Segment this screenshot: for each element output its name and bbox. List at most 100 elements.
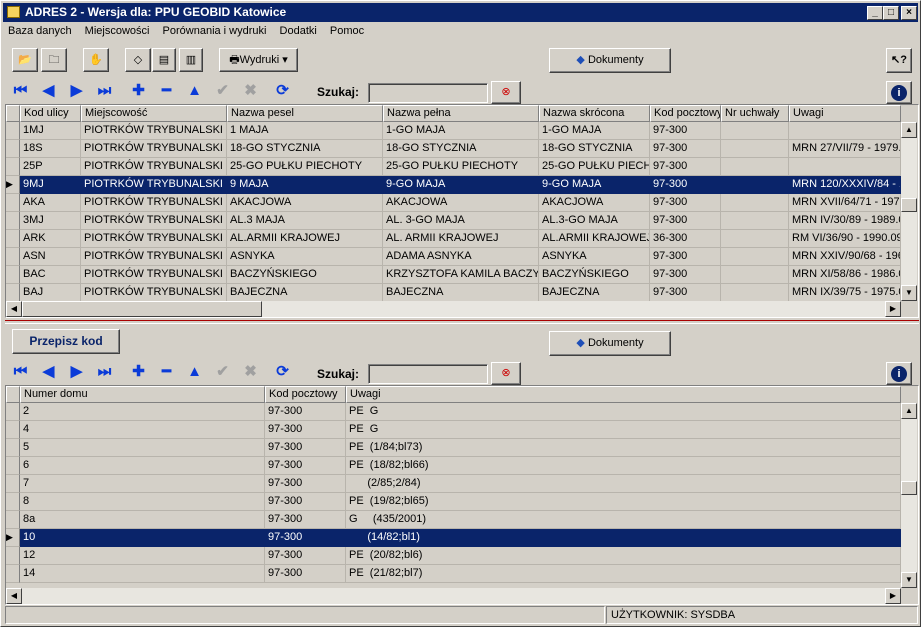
table-cell[interactable]: 18S xyxy=(20,140,81,158)
lower-refresh-button[interactable]: ⟳ xyxy=(271,361,294,383)
splitter[interactable] xyxy=(5,320,919,324)
przepisz-kod-button[interactable]: Przepisz kod xyxy=(12,329,120,354)
scroll-up-button[interactable]: ▲ xyxy=(901,122,917,138)
table-cell[interactable]: AKA xyxy=(20,194,81,212)
lower-first-record-button[interactable]: ⏮ xyxy=(9,361,32,383)
row-indicator[interactable] xyxy=(6,284,20,302)
table-cell[interactable]: MRN XI/58/86 - 1986.0 xyxy=(789,266,901,284)
table-cell[interactable]: MRN IX/39/75 - 1975.0 xyxy=(789,284,901,302)
table-cell[interactable] xyxy=(721,158,789,176)
paste-button[interactable]: ▥ xyxy=(179,48,203,72)
hscroll-thumb[interactable] xyxy=(22,301,262,317)
table-cell[interactable]: 1 MAJA xyxy=(227,122,383,140)
last-record-button[interactable]: ⏭ xyxy=(93,80,116,102)
table-cell[interactable]: BAJECZNA xyxy=(227,284,383,302)
lower-edit-record-button[interactable]: ▲ xyxy=(183,361,206,383)
lower-scroll-right-button[interactable]: ▶ xyxy=(885,588,901,604)
streets-grid[interactable]: Kod ulicy Miejscowość Nazwa pesel Nazwa peł… xyxy=(5,104,919,318)
table-cell[interactable]: ASN xyxy=(20,248,81,266)
menu-miejscowosci[interactable]: Miejscowości xyxy=(80,23,155,39)
table-cell[interactable]: BACZYŃSKIEGO xyxy=(539,266,650,284)
table-cell[interactable]: PIOTRKÓW TRYBUNALSKI xyxy=(81,194,227,212)
row-indicator[interactable] xyxy=(6,158,20,176)
table-cell[interactable]: BAJECZNA xyxy=(383,284,539,302)
table-cell[interactable]: 3MJ xyxy=(20,212,81,230)
table-cell[interactable]: PE (18/82;bl66) xyxy=(346,457,901,475)
table-cell[interactable] xyxy=(721,140,789,158)
help-button[interactable]: ↖? xyxy=(886,48,912,73)
table-cell[interactable]: 9-GO MAJA xyxy=(383,176,539,194)
table-cell[interactable]: 97-300 xyxy=(265,421,346,439)
refresh-button[interactable]: ⟳ xyxy=(271,80,294,102)
lower-scroll-up-button[interactable]: ▲ xyxy=(901,403,917,419)
table-cell[interactable]: PE (21/82;bl7) xyxy=(346,565,901,583)
table-cell[interactable]: BAC xyxy=(20,266,81,284)
scroll-thumb[interactable] xyxy=(901,198,917,212)
menu-pomoc[interactable]: Pomoc xyxy=(325,23,369,39)
row-indicator[interactable] xyxy=(6,122,20,140)
streets-hscroll[interactable]: ◀ ▶ xyxy=(6,301,901,317)
table-cell[interactable]: 1-GO MAJA xyxy=(539,122,650,140)
prev-record-button[interactable]: ◀ xyxy=(37,80,60,102)
table-cell[interactable]: MRN IV/30/89 - 1989.0 xyxy=(789,212,901,230)
table-cell[interactable]: 25-GO PUŁKU PIECHOTY xyxy=(227,158,383,176)
row-indicator[interactable] xyxy=(6,230,20,248)
table-cell[interactable]: ASNYKA xyxy=(227,248,383,266)
lower-info-button[interactable]: i xyxy=(886,362,912,385)
row-indicator[interactable] xyxy=(6,439,20,457)
table-cell[interactable]: 97-300 xyxy=(650,122,721,140)
row-indicator[interactable] xyxy=(6,266,20,284)
lower-scroll-left-button[interactable]: ◀ xyxy=(6,588,22,604)
table-cell[interactable]: PIOTRKÓW TRYBUNALSKI xyxy=(81,230,227,248)
table-cell[interactable]: 18-GO STYCZNIA xyxy=(539,140,650,158)
table-cell[interactable]: BAJECZNA xyxy=(539,284,650,302)
table-cell[interactable]: 25P xyxy=(20,158,81,176)
column-header[interactable]: Kod ulicy xyxy=(20,105,81,122)
row-indicator[interactable] xyxy=(6,457,20,475)
add-record-button[interactable]: ✚ xyxy=(127,80,150,102)
first-record-button[interactable]: ⏮ xyxy=(9,80,32,102)
table-cell[interactable]: 97-300 xyxy=(265,565,346,583)
column-header[interactable]: Nazwa skrócona xyxy=(539,105,650,122)
table-cell[interactable]: 9MJ xyxy=(20,176,81,194)
menu-baza-danych[interactable]: Baza danych xyxy=(3,23,77,39)
table-cell[interactable]: PIOTRKÓW TRYBUNALSKI xyxy=(81,158,227,176)
table-cell[interactable]: MRN XXIV/90/68 - 196 xyxy=(789,248,901,266)
table-cell[interactable]: PE (20/82;bl6) xyxy=(346,547,901,565)
table-cell[interactable]: 8 xyxy=(20,493,265,511)
table-cell[interactable] xyxy=(789,158,901,176)
table-cell[interactable]: AL. ARMII KRAJOWEJ xyxy=(383,230,539,248)
delete-record-button[interactable]: ━ xyxy=(155,80,178,102)
info-button[interactable]: i xyxy=(886,81,912,104)
table-cell[interactable]: PIOTRKÓW TRYBUNALSKI xyxy=(81,176,227,194)
table-cell[interactable]: 97-300 xyxy=(650,140,721,158)
table-cell[interactable]: PIOTRKÓW TRYBUNALSKI xyxy=(81,212,227,230)
table-cell[interactable]: AL.3 MAJA xyxy=(227,212,383,230)
table-cell[interactable]: (14/82;bl1) xyxy=(346,529,901,547)
row-indicator[interactable] xyxy=(6,547,20,565)
table-cell[interactable]: AKACJOWA xyxy=(227,194,383,212)
table-cell[interactable] xyxy=(721,176,789,194)
row-indicator[interactable] xyxy=(6,248,20,266)
table-cell[interactable]: 25-GO PUŁKU PIECHI xyxy=(539,158,650,176)
table-cell[interactable]: 97-300 xyxy=(265,547,346,565)
lower-last-record-button[interactable]: ⏭ xyxy=(93,361,116,383)
table-cell[interactable]: 9 MAJA xyxy=(227,176,383,194)
table-cell[interactable]: MRN 27/VII/79 - 1979. xyxy=(789,140,901,158)
table-cell[interactable] xyxy=(721,284,789,302)
lower-scroll-down-button[interactable]: ▼ xyxy=(901,572,917,588)
table-cell[interactable] xyxy=(721,248,789,266)
column-header[interactable]: Kod pocztowy xyxy=(265,386,346,403)
table-cell[interactable] xyxy=(721,266,789,284)
table-cell[interactable]: PIOTRKÓW TRYBUNALSKI xyxy=(81,122,227,140)
table-cell[interactable]: (2/85;2/84) xyxy=(346,475,901,493)
table-cell[interactable]: 7 xyxy=(20,475,265,493)
row-indicator[interactable] xyxy=(6,565,20,583)
table-cell[interactable]: 9-GO MAJA xyxy=(539,176,650,194)
lower-next-record-button[interactable]: ▶ xyxy=(65,361,88,383)
table-cell[interactable]: PIOTRKÓW TRYBUNALSKI xyxy=(81,266,227,284)
maximize-button[interactable]: □ xyxy=(883,6,899,20)
wydruki-button[interactable]: 🖶Wydruki ▾ xyxy=(219,48,298,72)
lower-scroll-thumb[interactable] xyxy=(901,481,917,495)
menu-porownania[interactable]: Porównania i wydruki xyxy=(158,23,272,39)
